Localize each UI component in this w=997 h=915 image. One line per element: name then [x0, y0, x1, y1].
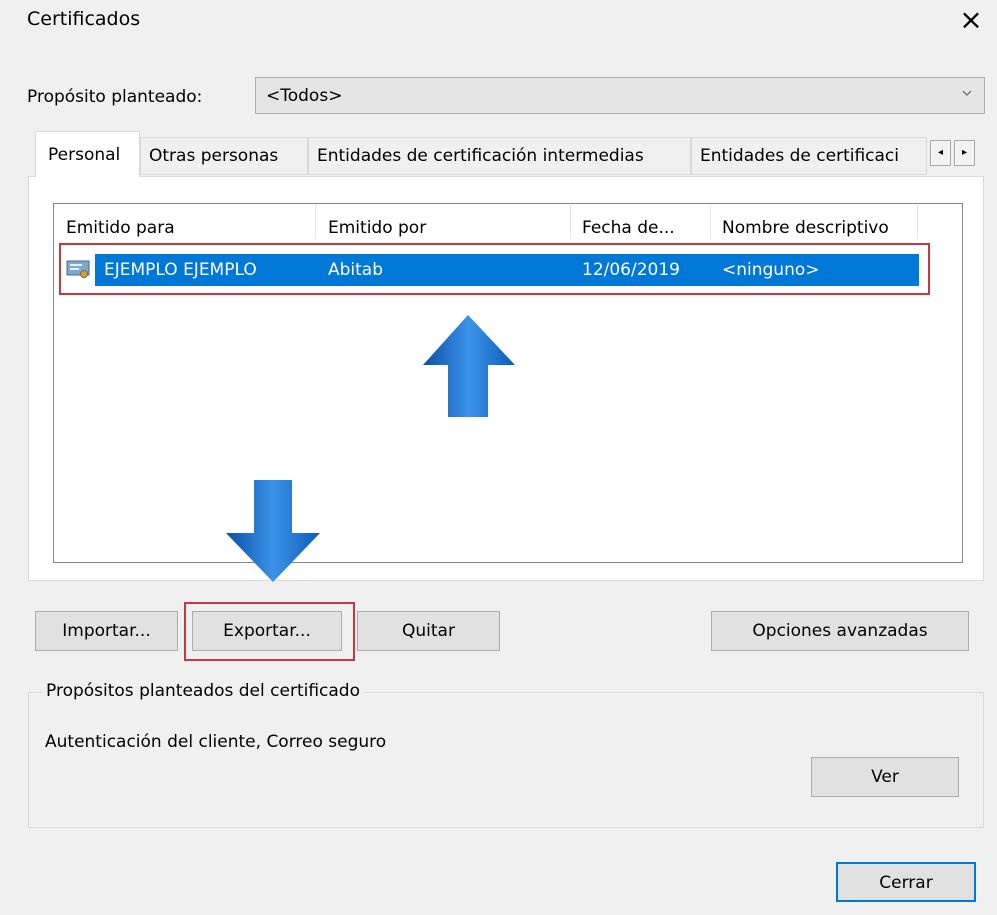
tab-scroll-left-icon[interactable]: ◂: [930, 140, 951, 166]
arrow-down-icon: [226, 480, 320, 582]
tab-entidades-raiz[interactable]: Entidades de certificaci: [691, 137, 927, 175]
purpose-select-value: <Todos>: [266, 86, 343, 106]
arrow-up-icon: [423, 315, 515, 417]
import-button[interactable]: Importar...: [35, 611, 178, 651]
advanced-options-button[interactable]: Opciones avanzadas: [711, 611, 969, 651]
export-button[interactable]: Exportar...: [192, 611, 342, 651]
column-separator: [315, 205, 316, 239]
purposes-value: Autenticación del cliente, Correo seguro: [45, 732, 387, 752]
column-header-issued-to[interactable]: Emitido para: [66, 218, 175, 238]
column-separator: [917, 205, 918, 239]
column-separator: [710, 205, 711, 239]
remove-button[interactable]: Quitar: [357, 611, 500, 651]
close-icon[interactable]: ×: [955, 4, 987, 36]
purpose-select[interactable]: <Todos>: [255, 77, 985, 114]
view-button[interactable]: Ver: [811, 757, 959, 797]
column-header-expiry[interactable]: Fecha de...: [582, 218, 675, 238]
close-button[interactable]: Cerrar: [836, 862, 976, 902]
row-highlight-frame: [59, 243, 930, 295]
window-title: Certificados: [27, 8, 141, 30]
column-separator: [570, 205, 571, 239]
tab-otras-personas[interactable]: Otras personas: [140, 137, 308, 175]
tab-personal[interactable]: Personal: [35, 131, 140, 177]
column-header-issued-by[interactable]: Emitido por: [328, 218, 426, 238]
column-header-friendly-name[interactable]: Nombre descriptivo: [722, 218, 889, 238]
tab-scroll-right-icon[interactable]: ▸: [954, 140, 975, 166]
purposes-group-label: Propósitos planteados del certificado: [42, 681, 364, 701]
purpose-label: Propósito planteado:: [27, 87, 203, 107]
chevron-down-icon: [962, 90, 972, 96]
tab-entidades-intermedias[interactable]: Entidades de certificación intermedias: [308, 137, 691, 175]
